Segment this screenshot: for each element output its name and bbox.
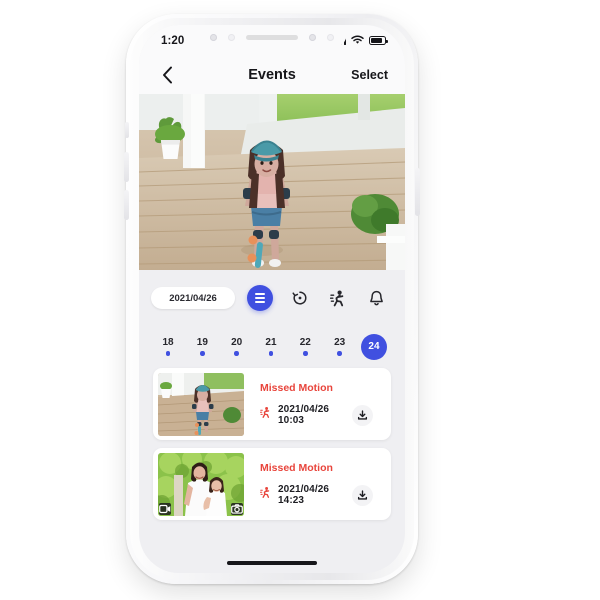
event-dot — [337, 351, 342, 356]
video-clip-icon — [159, 502, 171, 515]
event-timestamp: 2021/04/26 10:03 — [278, 404, 330, 426]
status-clock: 1:20 — [161, 34, 185, 47]
proximity-sensor-icon — [210, 33, 217, 41]
date-chip-23[interactable]: 23 — [327, 337, 353, 356]
event-list: Missed Motion 2021/04/26 10:03 Missed Mo… — [139, 368, 405, 520]
event-thumbnail[interactable] — [158, 372, 244, 436]
event-details: Missed Motion 2021/04/26 10:03 — [244, 368, 391, 440]
back-button[interactable] — [156, 64, 178, 86]
chevron-left-icon — [162, 66, 172, 84]
event-list-item[interactable]: Missed Motion 2021/04/26 10:03 — [153, 368, 391, 440]
control-icon-group — [247, 285, 391, 311]
volume-up-button[interactable] — [124, 152, 129, 182]
mute-switch-button[interactable] — [125, 122, 129, 138]
date-number: 21 — [265, 337, 277, 349]
nav-bar: Events Select — [139, 56, 405, 94]
event-dot — [234, 351, 239, 356]
snapshot-icon — [231, 502, 243, 515]
date-chip-18[interactable]: 18 — [155, 337, 181, 356]
wifi-icon — [351, 32, 364, 50]
date-chip-20[interactable]: 20 — [224, 337, 250, 356]
event-thumbnail[interactable] — [158, 452, 244, 516]
download-button[interactable] — [352, 484, 373, 506]
event-details: Missed Motion 2021/04/26 14:23 — [244, 448, 391, 520]
list-filter-icon[interactable] — [247, 285, 273, 311]
motion-person-icon — [259, 486, 271, 504]
date-input[interactable]: 2021/04/26 — [151, 287, 235, 309]
download-icon — [357, 489, 368, 500]
front-camera-icon — [309, 33, 316, 41]
phone-screen: 1:20 Events Select 2021/04/26 18 19 20 2… — [139, 25, 405, 573]
list-lines — [255, 293, 265, 303]
event-list-item[interactable]: Missed Motion 2021/04/26 14:23 — [153, 448, 391, 520]
date-chip-22[interactable]: 22 — [292, 337, 318, 356]
date-number: 18 — [162, 337, 174, 349]
event-meta: 2021/04/26 10:03 — [259, 404, 383, 426]
ambient-sensor-icon — [228, 33, 235, 41]
earpiece-speaker — [246, 34, 298, 40]
bell-icon[interactable] — [365, 287, 387, 309]
date-number: 19 — [196, 337, 208, 349]
live-video-view[interactable] — [139, 94, 405, 270]
select-button[interactable]: Select — [351, 68, 388, 82]
date-number: 24 — [368, 341, 380, 352]
phone-notch — [197, 25, 347, 49]
motion-person-icon — [259, 406, 271, 424]
event-dot — [268, 351, 274, 356]
event-dot — [303, 351, 308, 356]
date-strip: 18 19 20 21 22 23 24 — [139, 326, 405, 368]
camera-frame-image — [139, 94, 405, 270]
screenshot-stage: 1:20 Events Select 2021/04/26 18 19 20 2… — [0, 0, 600, 600]
event-dot — [165, 351, 171, 356]
control-bar: 2021/04/26 — [139, 270, 405, 326]
event-title: Missed Motion — [260, 462, 333, 474]
date-number: 22 — [299, 337, 311, 349]
history-icon[interactable] — [289, 287, 311, 309]
event-meta: 2021/04/26 14:23 — [259, 484, 383, 506]
event-timestamp: 2021/04/26 14:23 — [278, 484, 330, 506]
motion-person-icon[interactable] — [327, 287, 349, 309]
download-icon — [357, 409, 368, 420]
date-number: 23 — [334, 337, 346, 349]
date-chip-24-selected[interactable]: 24 — [360, 334, 387, 360]
date-chip-21[interactable]: 21 — [258, 337, 284, 356]
event-title: Missed Motion — [260, 382, 333, 394]
battery-icon — [369, 36, 388, 45]
power-button[interactable] — [415, 168, 420, 216]
download-button[interactable] — [352, 404, 373, 426]
thumbnail-image — [158, 372, 244, 436]
date-number: 20 — [231, 337, 243, 349]
dot-projector-icon — [327, 33, 334, 41]
volume-down-button[interactable] — [124, 190, 129, 220]
date-chip-19[interactable]: 19 — [189, 337, 215, 356]
event-dot — [200, 351, 205, 356]
home-indicator[interactable] — [227, 561, 317, 565]
